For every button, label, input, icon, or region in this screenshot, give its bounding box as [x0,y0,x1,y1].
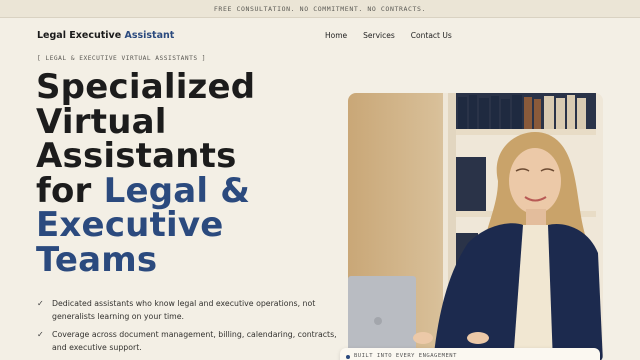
nav-contact-link[interactable]: Contact Us [411,31,452,40]
hero-headline: Specialized Virtual Assistants for Legal… [36,70,336,277]
badge-label: BUILT INTO EVERY ENGAGEMENT [354,353,457,359]
hero-benefits-list: ✓ Dedicated assistants who know legal an… [37,298,337,360]
headline-accent-line-2: Teams [36,239,158,280]
brand-logo[interactable]: Legal Executive Assistant [37,30,174,41]
assistant-portrait-illustration [348,93,603,360]
announcement-bar: FREE CONSULTATION. NO COMMITMENT. NO CON… [0,0,640,18]
main-nav: Home Services Contact Us [325,31,468,40]
check-icon: ✓ [37,330,44,339]
hero-photo [348,93,603,360]
list-item: ✓ Dedicated assistants who know legal an… [37,298,337,323]
check-icon: ✓ [37,299,44,308]
benefit-text: Dedicated assistants who know legal and … [52,299,316,321]
engagement-badge: BUILT INTO EVERY ENGAGEMENT [340,348,600,360]
hero-eyebrow: [ LEGAL & EXECUTIVE VIRTUAL ASSISTANTS ] [37,55,207,62]
nav-services-link[interactable]: Services [363,31,395,40]
nav-home-link[interactable]: Home [325,31,347,40]
brand-name-primary: Legal Executive [37,30,122,41]
badge-dot-icon [346,355,350,359]
list-item: ✓ Coverage across document management, b… [37,329,337,354]
benefit-text: Coverage across document management, bil… [52,330,337,352]
brand-name-accent: Assistant [124,30,175,41]
